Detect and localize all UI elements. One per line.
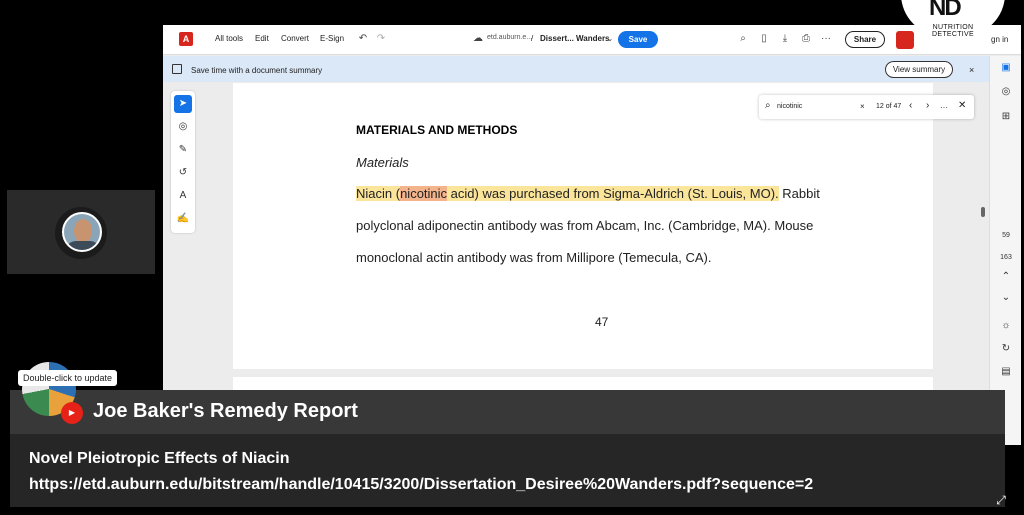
webcam-overlay (7, 190, 155, 274)
find-input[interactable]: nicotinic (777, 103, 802, 110)
edit-menu[interactable]: Edit (255, 34, 269, 43)
lower-third-body: Novel Pleiotropic Effects of Niacin http… (10, 434, 1005, 507)
comment-icon[interactable]: ◎ (174, 118, 192, 136)
banner-close-icon[interactable]: × (969, 65, 974, 75)
current-search-match: nicotinic (400, 186, 448, 201)
thumbnails-icon[interactable]: ⊞ (1000, 111, 1012, 122)
avatar-face (74, 219, 92, 243)
vertical-scrollbar[interactable] (981, 207, 985, 217)
all-tools-menu[interactable]: All tools (215, 34, 243, 43)
convert-menu[interactable]: Convert (281, 34, 309, 43)
text-box-icon[interactable]: A (174, 187, 192, 205)
find-bar: ⌕ nicotinic × 12 of 47 ‹ › ··· ✕ (759, 95, 974, 119)
comments-icon[interactable]: ◎ (1000, 86, 1012, 97)
page-view-icon[interactable]: ▯ (758, 33, 770, 45)
adobe-acrobat-icon[interactable]: A (179, 32, 193, 46)
paragraph-line-2: polyclonal adiponectin antibody was from… (356, 218, 814, 233)
ai-assistant-icon[interactable]: ▣ (1000, 62, 1012, 73)
page-down-icon[interactable]: ⌄ (1000, 292, 1012, 303)
save-button[interactable]: Save (618, 31, 658, 48)
find-search-icon: ⌕ (765, 100, 771, 111)
nd-logo-mark: ND (929, 0, 962, 21)
summary-icon (172, 64, 182, 74)
print-icon[interactable]: ⎙ (800, 33, 812, 45)
search-icon[interactable]: ⌕ (737, 33, 749, 45)
section-subheading: Materials (356, 155, 409, 170)
sign-in-link[interactable]: gn in (991, 35, 1008, 44)
highlight-post: acid) was purchased from Sigma-Aldrich (… (447, 186, 779, 201)
nutrition-detective-logo: ND NUTRITION DETECTIVE (901, 0, 1005, 38)
find-next-icon[interactable]: › (926, 100, 929, 111)
brightness-icon[interactable]: ☼ (1000, 320, 1012, 331)
cloud-file-icon: ☁ (473, 33, 483, 44)
line1-tail: Rabbit (778, 186, 820, 201)
chevron-down-icon[interactable]: ⌄ (604, 33, 616, 45)
total-pages: 163 (1000, 254, 1012, 261)
highlight-pre: Niacin ( (356, 186, 401, 201)
find-clear-icon[interactable]: × (860, 102, 865, 111)
summary-banner: Save time with a document summary View s… (163, 56, 989, 82)
select-cursor-icon[interactable]: ➤ (174, 95, 192, 113)
acrobat-window: A All tools Edit Convert E-Sign ↶ ↷ ☁ et… (163, 25, 1021, 445)
undo-icon[interactable]: ↶ (357, 33, 369, 45)
banner-text: Save time with a document summary (191, 66, 323, 75)
document-icon[interactable]: ▤ (1000, 366, 1012, 377)
pen-icon[interactable]: ✎ (174, 141, 192, 159)
esign-menu[interactable]: E-Sign (320, 34, 344, 43)
left-toolbar: ➤ ◎ ✎ ↺ A ✍ (171, 91, 195, 233)
lasso-icon[interactable]: ↺ (174, 164, 192, 182)
right-rail: ▣ ◎ ⊞ 59 163 ⌃ ⌄ ☼ ↻ ▤ (989, 56, 1021, 445)
article-url: https://etd.auburn.edu/bitstream/handle/… (29, 476, 814, 493)
download-icon[interactable]: ⤓ (779, 33, 791, 45)
rotate-icon[interactable]: ↻ (1000, 343, 1012, 354)
find-more-icon[interactable]: ··· (940, 103, 948, 112)
more-options-icon[interactable]: ··· (820, 33, 832, 45)
paragraph-line-1: Niacin (nicotinic acid) was purchased fr… (356, 186, 820, 201)
document-title[interactable]: Dissert... Wanders (540, 34, 610, 43)
section-heading: MATERIALS AND METHODS (356, 123, 518, 137)
lower-third-title-bar: Joe Baker's Remedy Report (10, 390, 1005, 434)
fullscreen-icon[interactable]: ⤢ (990, 493, 1012, 511)
pdf-page: MATERIALS AND METHODS Materials Niacin (… (233, 83, 933, 369)
avatar (62, 212, 102, 252)
screen: A All tools Edit Convert E-Sign ↶ ↷ ☁ et… (0, 0, 1024, 515)
page-up-icon[interactable]: ⌃ (1000, 271, 1012, 282)
share-button[interactable]: Share (845, 31, 885, 48)
current-page-field[interactable]: 59 (994, 232, 1018, 239)
find-match-count: 12 of 47 (876, 103, 902, 110)
page-number: 47 (595, 315, 609, 329)
redo-icon[interactable]: ↷ (375, 33, 387, 45)
sign-icon[interactable]: ✍ (174, 210, 192, 228)
view-summary-button[interactable]: View summary (885, 61, 953, 78)
find-close-icon[interactable]: ✕ (958, 100, 966, 111)
channel-title: Joe Baker's Remedy Report (93, 400, 358, 422)
file-domain: etd.auburn.e... (487, 34, 533, 41)
lower-third: Joe Baker's Remedy Report Novel Pleiotro… (10, 390, 1005, 507)
logo-text: NUTRITION DETECTIVE (932, 24, 974, 38)
youtube-icon: ▶ (61, 402, 83, 424)
update-tooltip: Double-click to update (18, 370, 118, 386)
acrobat-toolbar: A All tools Edit Convert E-Sign ↶ ↷ ☁ et… (163, 25, 1021, 55)
path-separator: / (531, 34, 534, 43)
paragraph-line-3: monoclonal actin antibody was from Milli… (356, 250, 712, 265)
find-prev-icon[interactable]: ‹ (909, 100, 912, 111)
article-title: Novel Pleiotropic Effects of Niacin (29, 450, 290, 467)
